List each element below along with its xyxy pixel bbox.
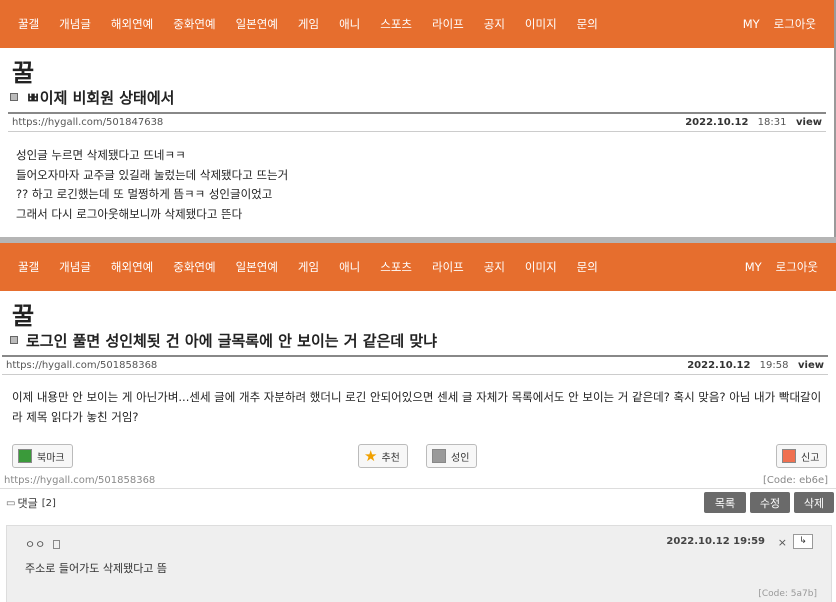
nav-item[interactable]: 공지 (484, 259, 505, 275)
nav-item[interactable]: 개념글 (59, 259, 91, 275)
nav-item[interactable]: 애니 (339, 16, 360, 32)
post-line: 그래서 다시 로그아웃해보니까 삭제됐다고 뜬다 (16, 206, 243, 221)
post-url[interactable]: https://hygall.com/501847638 (12, 117, 163, 128)
comments-count: [2] (41, 497, 56, 509)
nav-right: MY 로그아웃 (729, 0, 816, 48)
post-date: 2022.10.12 (687, 360, 751, 371)
post-time: 19:58 (759, 360, 789, 371)
nav-item[interactable]: 라이프 (432, 259, 464, 275)
nav-item[interactable]: 중화연예 (173, 16, 215, 32)
list-button[interactable]: 목록 (704, 492, 746, 513)
nav-item[interactable]: 꿀갤 (18, 16, 39, 32)
post-body: 성인글 누르면 삭제됐다고 뜨네ㅋㅋ 들어오자마자 교주글 있길래 눌렀는데 삭… (0, 132, 834, 237)
post-meta: https://hygall.com/501847638 2022.10.12 … (8, 112, 826, 132)
nav-item[interactable]: 문의 (577, 259, 598, 275)
post-line: 들어오자마자 교주글 있길래 눌렀는데 삭제됐다고 뜨는거 (16, 167, 289, 182)
comment-author: ㅇㅇ (25, 538, 46, 551)
post-title: ㅃ이제 비회원 상태에서 (26, 88, 175, 107)
post-line: 성인글 누르면 삭제됐다고 뜨네ㅋㅋ (16, 148, 186, 162)
post-title-row: ㅃ이제 비회원 상태에서 (0, 86, 834, 108)
post-meta-right: 2022.10.12 18:31 view (685, 117, 822, 128)
board-name: 꿀 (12, 59, 35, 87)
nav-right: MY 로그아웃 (731, 243, 818, 291)
report-label: 신고 (801, 452, 820, 464)
comment-header: ▭ 댓글 [2] 목록 수정 삭제 (0, 489, 836, 517)
nav-item[interactable]: 이미지 (525, 259, 557, 275)
nav-item[interactable]: 애니 (339, 259, 360, 275)
adult-icon (432, 449, 446, 463)
report-button[interactable]: 신고 (776, 444, 828, 468)
post-time: 18:31 (757, 117, 787, 128)
bookmark-icon (18, 449, 32, 463)
adult-label: 성인 (451, 452, 470, 464)
post-line: ?? 하고 로긴했는데 또 멀쩡하게 뜸ㅋㅋ 성인글이었고 (16, 187, 273, 201)
nav-item[interactable]: 스포츠 (380, 259, 412, 275)
nav-item[interactable]: 일본연예 (236, 16, 278, 32)
post-code: [Code: eb6e] (763, 475, 828, 486)
post-title: 로그인 풀면 성인체됫 건 아에 글목록에 안 보이는 거 같은데 맞냐 (26, 331, 438, 350)
top-nav: 꿀갤 개념글 해외연예 중화연예 일본연예 게임 애니 스포츠 라이프 공지 이… (0, 0, 834, 48)
logout-link[interactable]: 로그아웃 (774, 16, 816, 32)
bookmark-label: 북마크 (37, 452, 65, 464)
nav-item[interactable]: 꿀갤 (18, 259, 39, 275)
delete-button[interactable]: 삭제 (794, 492, 834, 513)
nav-item[interactable]: 중화연예 (173, 259, 215, 275)
my-link[interactable]: MY (745, 260, 762, 274)
top-nav: 꿀갤 개념글 해외연예 중화연예 일본연예 게임 애니 스포츠 라이프 공지 이… (0, 243, 836, 291)
reply-icon[interactable]: ↳ (793, 534, 813, 549)
post-url[interactable]: https://hygall.com/501858368 (6, 360, 157, 371)
nav-item[interactable]: 문의 (577, 16, 598, 32)
post-view-1: 꿀갤 개념글 해외연예 중화연예 일본연예 게임 애니 스포츠 라이프 공지 이… (0, 0, 836, 237)
adult-button[interactable]: 성인 (426, 444, 478, 468)
comment-item: ㅇㅇ 2022.10.12 19:59 × ↳ 주소로 들어가도 삭제됐다고 뜸… (6, 525, 832, 602)
post-button-row: 북마크 ★ 추천 성인 신고 (0, 439, 836, 473)
board-name: 꿀 (12, 302, 35, 330)
post-date: 2022.10.12 (685, 117, 749, 128)
post-meta: https://hygall.com/501858368 2022.10.12 … (2, 355, 828, 375)
my-link[interactable]: MY (743, 17, 760, 31)
nav-item[interactable]: 이미지 (525, 16, 557, 32)
recommend-label: 추천 (381, 452, 400, 464)
post-meta-right: 2022.10.12 19:58 view (687, 360, 824, 371)
close-icon[interactable]: × (778, 536, 787, 549)
star-icon: ★ (364, 447, 378, 465)
nav-item[interactable]: 일본연예 (236, 259, 278, 275)
logout-link[interactable]: 로그아웃 (776, 259, 818, 275)
footer-url[interactable]: https://hygall.com/501858368 (4, 475, 155, 486)
bullet-icon (10, 336, 18, 344)
nav-item[interactable]: 라이프 (432, 16, 464, 32)
post-title-row: 로그인 풀면 성인체됫 건 아에 글목록에 안 보이는 거 같은데 맞냐 (0, 329, 836, 351)
comment-icon: ▭ (6, 497, 16, 509)
nav-item[interactable]: 게임 (298, 259, 319, 275)
bookmark-button[interactable]: 북마크 (12, 444, 73, 468)
comment-author-row: ㅇㅇ (25, 536, 60, 552)
nav-item[interactable]: 게임 (298, 16, 319, 32)
post-footer: https://hygall.com/501858368 [Code: eb6e… (0, 473, 836, 489)
nav-item[interactable]: 해외연예 (111, 16, 153, 32)
comment-code: [Code: 5a7b] (758, 589, 817, 599)
report-icon (782, 449, 796, 463)
view-link[interactable]: view (798, 360, 824, 371)
post-line: 이제 내용만 안 보이는 게 아닌가벼...센세 글에 개추 자분하려 했더니 … (12, 390, 822, 424)
document-icon (52, 540, 60, 549)
comment-text: 주소로 들어가도 삭제됐다고 뜸 (25, 562, 168, 575)
comments-label: 댓글 (17, 497, 38, 510)
recommend-button[interactable]: ★ 추천 (358, 444, 408, 468)
edit-button[interactable]: 수정 (750, 492, 790, 513)
view-link[interactable]: view (796, 117, 822, 128)
post-view-2: 꿀갤 개념글 해외연예 중화연예 일본연예 게임 애니 스포츠 라이프 공지 이… (0, 243, 836, 602)
nav-item[interactable]: 스포츠 (380, 16, 412, 32)
bullet-icon (10, 93, 18, 101)
nav-item[interactable]: 공지 (484, 16, 505, 32)
comment-date: 2022.10.12 19:59 (666, 536, 765, 547)
nav-item[interactable]: 개념글 (59, 16, 91, 32)
nav-item[interactable]: 해외연예 (111, 259, 153, 275)
post-body: 이제 내용만 안 보이는 게 아닌가벼...센세 글에 개추 자분하려 했더니 … (0, 375, 836, 439)
